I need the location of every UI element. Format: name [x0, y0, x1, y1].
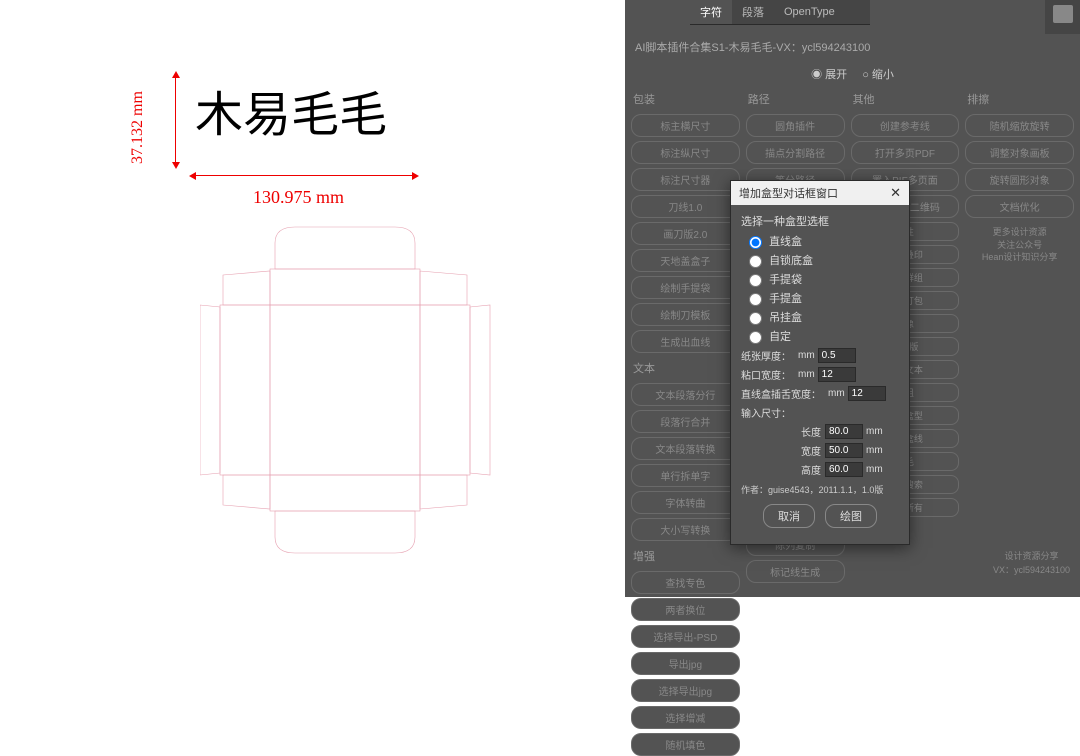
paper-thickness-label: 纸张厚度： [741, 348, 791, 363]
pill-btn[interactable]: 标记线生成 [746, 560, 845, 583]
paper-thickness-input[interactable] [818, 348, 856, 363]
pill-btn[interactable]: 标注纵尺寸 [631, 141, 740, 164]
radio-expand[interactable]: ◉ 展开 [811, 69, 847, 81]
pill-btn[interactable]: 单行拆单字 [631, 464, 740, 487]
pill-btn[interactable]: 调整对象画板 [965, 141, 1074, 164]
pill-btn[interactable]: 描点分割路径 [746, 141, 845, 164]
canvas-title-text: 木易毛毛 [195, 75, 387, 145]
radio-handbox[interactable]: 手提盒 [749, 290, 899, 306]
pill-btn[interactable]: 文本段落分行 [631, 383, 740, 406]
tab-opentype[interactable]: OpenType [774, 2, 845, 22]
pill-btn[interactable]: 绘制手提袋 [631, 276, 740, 299]
pill-btn[interactable]: 标注尺寸器 [631, 168, 740, 191]
radio-autolock-box[interactable]: 自锁底盒 [749, 252, 899, 268]
expand-shrink-row: ◉ 展开 ○ 缩小 [625, 60, 1080, 88]
info-text-resources: 更多设计资源 关注公众号 Hean设计知识分享 [965, 222, 1074, 268]
select-box-type-label: 选择一种盒型选框 [741, 213, 899, 229]
pill-btn[interactable]: 导出jpg [631, 652, 740, 675]
radio-hangbox[interactable]: 吊挂盒 [749, 309, 899, 325]
length-label: 长度 [741, 424, 821, 439]
pill-btn[interactable]: 标主横尺寸 [631, 114, 740, 137]
vertical-dimension: 37.132 mm [143, 70, 193, 170]
cancel-button[interactable]: 取消 [763, 504, 815, 528]
pill-btn[interactable]: 两者换位 [631, 598, 740, 621]
col-header-text: 文本 [631, 357, 740, 379]
bottom-vx-info: 设计资源分享 VX：ycl594243100 [993, 550, 1070, 577]
col-header-enhance: 增强 [631, 545, 740, 567]
radio-handbag[interactable]: 手提袋 [749, 271, 899, 287]
close-icon[interactable]: ✕ [890, 185, 901, 201]
tongue-width-input[interactable] [848, 386, 886, 401]
tab-character[interactable]: 字符 [690, 0, 732, 24]
grid-icon[interactable] [1053, 5, 1073, 23]
tab-paragraph[interactable]: 段落 [732, 0, 774, 24]
width-input[interactable] [825, 443, 863, 458]
pill-btn[interactable]: 文本段落转换 [631, 437, 740, 460]
radio-straight-box[interactable]: 直线盒 [749, 233, 899, 249]
length-input[interactable] [825, 424, 863, 439]
pill-btn[interactable]: 字体转曲 [631, 491, 740, 514]
pill-btn[interactable]: 段落行合并 [631, 410, 740, 433]
modal-title-bar[interactable]: 增加盒型对话框窗口 ✕ [731, 181, 909, 205]
horizontal-dimension: 130.975 mm [188, 165, 428, 205]
col-header-other: 其他 [851, 88, 960, 110]
canvas-area: 木易毛毛 37.132 mm 130.975 mm [0, 0, 625, 597]
height-label: 高度 [741, 462, 821, 477]
vertical-dimension-value: 37.132 mm [129, 91, 147, 164]
width-label: 宽度 [741, 443, 821, 458]
input-dims-label: 输入尺寸： [741, 405, 791, 420]
col-header-arrange: 排擦 [965, 88, 1074, 110]
pill-btn[interactable]: 旋转圆形对象 [965, 168, 1074, 191]
pill-btn[interactable]: 选择导出jpg [631, 679, 740, 702]
panel-title: AI脚本插件合集S1-木易毛毛-VX：ycl594243100 [625, 34, 1080, 60]
pill-btn[interactable]: 随机填色 [631, 733, 740, 756]
top-tab-bar: 字符 段落 OpenType [690, 0, 870, 25]
glue-width-input[interactable] [818, 367, 856, 382]
horizontal-dimension-value: 130.975 mm [253, 187, 344, 208]
height-input[interactable] [825, 462, 863, 477]
radio-custom[interactable]: 自定 [749, 328, 899, 344]
pill-btn[interactable]: 圆角插件 [746, 114, 845, 137]
pill-btn[interactable]: 画刀版2.0 [631, 222, 740, 245]
modal-title: 增加盒型对话框窗口 [739, 185, 838, 201]
pill-btn[interactable]: 选择增减 [631, 706, 740, 729]
pill-btn[interactable]: 随机缩放旋转 [965, 114, 1074, 137]
radio-shrink[interactable]: ○ 缩小 [862, 69, 894, 81]
draw-button[interactable]: 绘图 [825, 504, 877, 528]
pill-btn[interactable]: 打开多页PDF [851, 141, 960, 164]
pill-btn[interactable]: 创建参考线 [851, 114, 960, 137]
pill-btn[interactable]: 刀线1.0 [631, 195, 740, 218]
col-header-package: 包装 [631, 88, 740, 110]
modal-author-text: 作者：guise4543，2011.1.1，1.0版 [741, 483, 899, 496]
col-header-path: 路径 [746, 88, 845, 110]
pill-btn[interactable]: 文档优化 [965, 195, 1074, 218]
pill-btn[interactable]: 选择导出-PSD [631, 625, 740, 648]
pill-btn[interactable]: 大小写转换 [631, 518, 740, 541]
glue-width-label: 粘口宽度： [741, 367, 791, 382]
box-dieline-drawing[interactable] [200, 225, 510, 585]
pill-btn[interactable]: 生成出血线 [631, 330, 740, 353]
tongue-width-label: 直线盒插舌宽度： [741, 386, 821, 401]
pill-btn[interactable]: 绘制刀模板 [631, 303, 740, 326]
add-box-type-dialog: 增加盒型对话框窗口 ✕ 选择一种盒型选框 直线盒 自锁底盒 手提袋 手提盒 吊挂… [730, 180, 910, 545]
pill-btn[interactable]: 天地盖盒子 [631, 249, 740, 272]
pill-btn[interactable]: 查找专色 [631, 571, 740, 594]
